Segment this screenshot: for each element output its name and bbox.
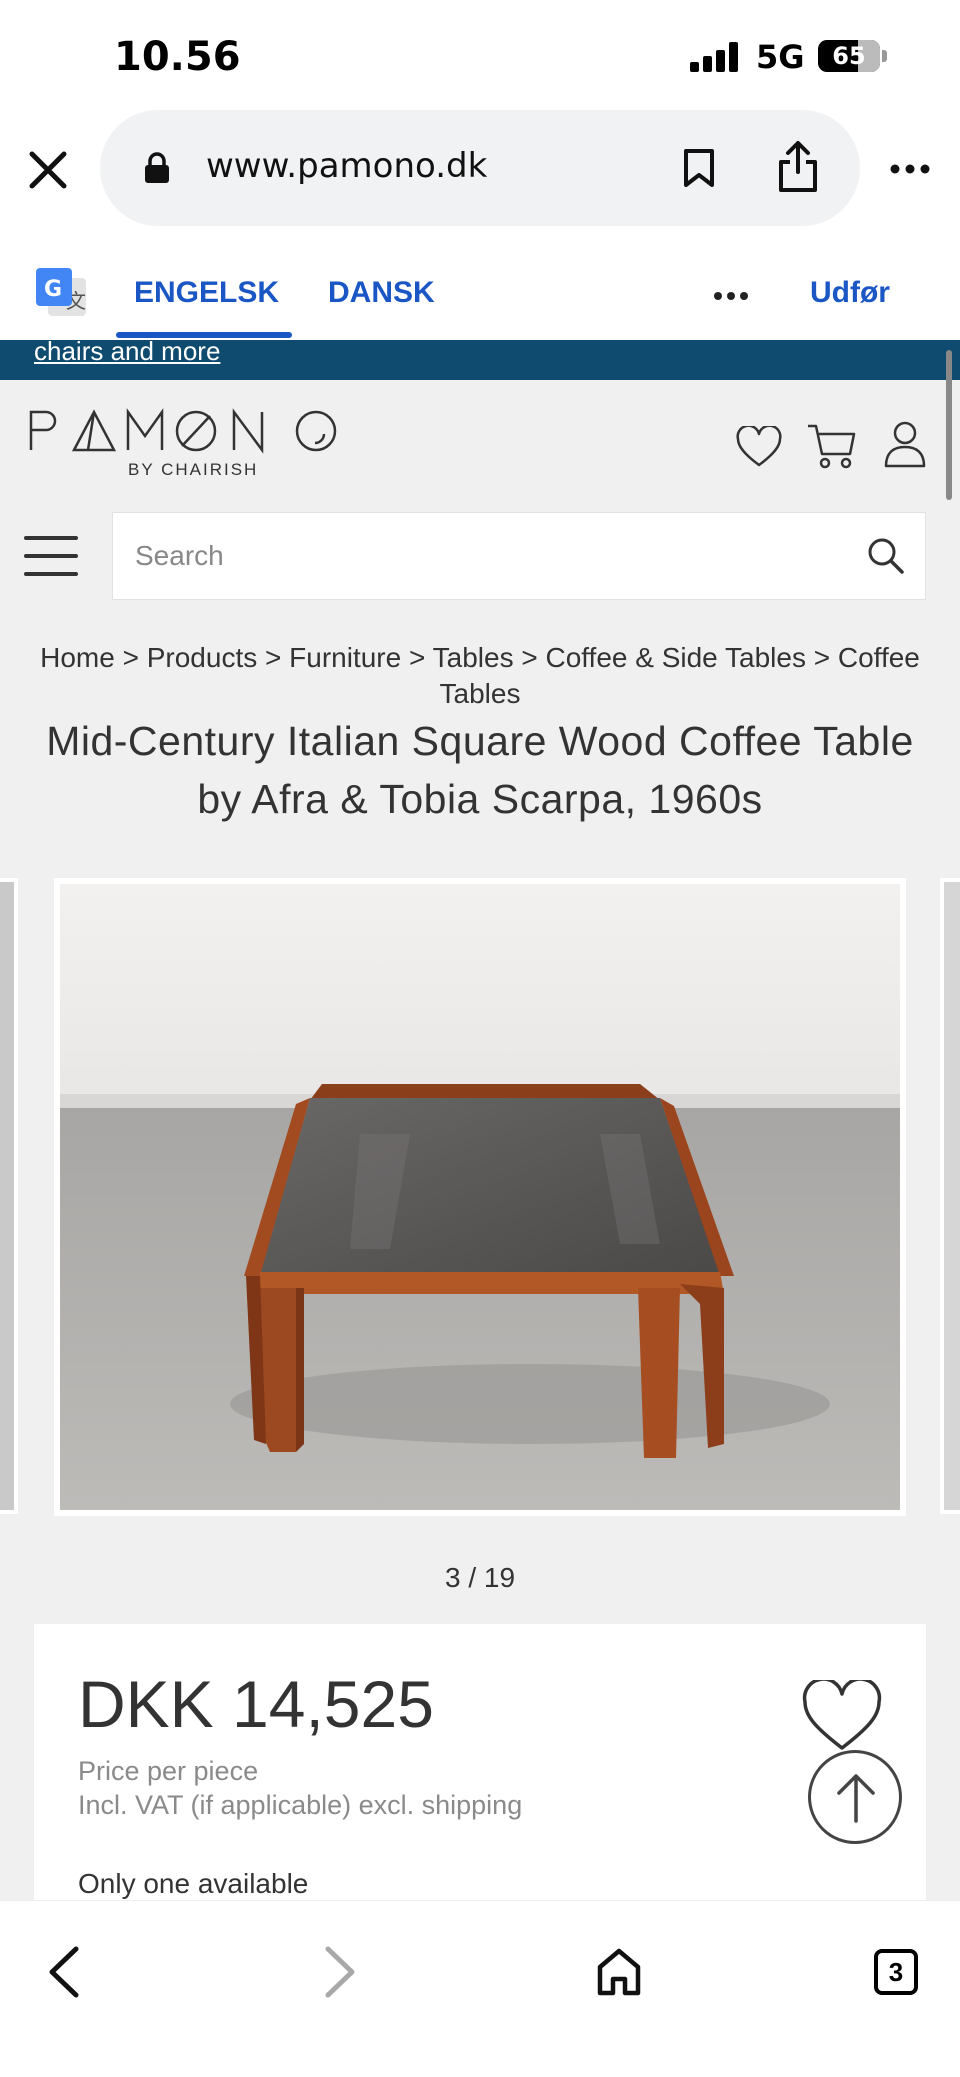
breadcrumb-separator: > [813,642,831,673]
status-bar: 10.56 5G 65 [0,0,960,100]
url-text[interactable]: www.pamono.dk [206,146,487,186]
breadcrumb-coffee-side-tables[interactable]: Coffee & Side Tables [545,642,805,673]
cart-icon[interactable] [806,422,856,470]
breadcrumb-separator: > [265,642,282,673]
scroll-to-top-button[interactable] [808,1750,902,1844]
status-time: 10.56 [114,34,241,80]
search-input[interactable] [135,533,815,579]
battery-nub [882,50,887,62]
breadcrumb-home[interactable]: Home [40,642,115,673]
back-icon[interactable] [46,1945,82,1999]
tab-target-language[interactable]: DANSK [328,276,435,310]
image-gallery[interactable] [0,878,960,1518]
breadcrumb-products[interactable]: Products [147,642,258,673]
breadcrumb-furniture[interactable]: Furniture [289,642,401,673]
account-icon[interactable] [884,420,926,468]
close-icon[interactable] [26,148,70,192]
breadcrumb-separator: > [122,642,139,673]
address-bar[interactable]: www.pamono.dk [100,110,860,226]
breadcrumb-separator: > [408,642,426,673]
pamono-logo[interactable] [28,406,358,456]
promo-link[interactable]: chairs and more [34,340,220,367]
page-scrollbar[interactable] [946,350,952,500]
price-per-piece: Price per piece [78,1756,259,1786]
breadcrumb-tables[interactable]: Tables [433,642,514,673]
home-icon[interactable] [596,1947,642,1997]
signal-icon [690,42,740,72]
previous-slide[interactable] [0,878,18,1514]
product-title: Mid-Century Italian Square Wood Coffee T… [46,718,914,822]
browser-bottom-bar: 3 [0,1900,960,2077]
share-icon[interactable] [776,140,820,194]
browser-toolbar: www.pamono.dk [0,100,960,240]
battery-icon: 65 [818,40,880,72]
availability-text: Only one available [78,1868,309,1899]
battery-level: 65 [832,42,866,70]
svg-text:G: G [44,277,62,302]
favorite-heart-icon[interactable] [802,1680,882,1752]
translate-bar: 文 G ENGELSK DANSK Udfør [0,240,960,340]
more-icon[interactable] [890,164,930,174]
price-card: DKK 14,525 Price per piece Incl. VAT (if… [34,1624,926,1904]
tab-source-language[interactable]: ENGELSK [134,276,279,310]
breadcrumb: Home > Products > Furniture > Tables > C… [0,640,960,712]
lock-icon [145,152,169,183]
active-tab-indicator [116,332,292,338]
coffee-table-photo [60,884,900,1510]
forward-icon[interactable] [322,1945,358,1999]
wishlist-heart-icon[interactable] [736,426,782,468]
network-label: 5G [756,38,805,76]
price-vat-note: Incl. VAT (if applicable) excl. shipping [78,1790,523,1820]
product-image[interactable] [54,878,906,1516]
arrow-up-icon [837,1774,875,1823]
search-icon[interactable] [867,537,905,575]
gallery-counter: 3 / 19 [444,1562,516,1593]
translate-action-button[interactable]: Udfør [810,276,890,310]
bookmark-icon[interactable] [682,148,716,188]
promo-banner: chairs and more [0,340,960,380]
search-box [112,512,926,600]
google-translate-icon: 文 G [36,268,86,316]
product-price: DKK 14,525 [78,1667,434,1741]
next-slide[interactable] [940,878,960,1514]
site-header: BY CHAIRISH [0,380,960,500]
tabs-button[interactable]: 3 [874,1949,918,1995]
translate-more-icon[interactable] [714,292,748,300]
menu-icon[interactable] [24,534,78,578]
logo-subtitle: BY CHAIRISH [128,460,259,479]
breadcrumb-separator: > [521,642,538,673]
